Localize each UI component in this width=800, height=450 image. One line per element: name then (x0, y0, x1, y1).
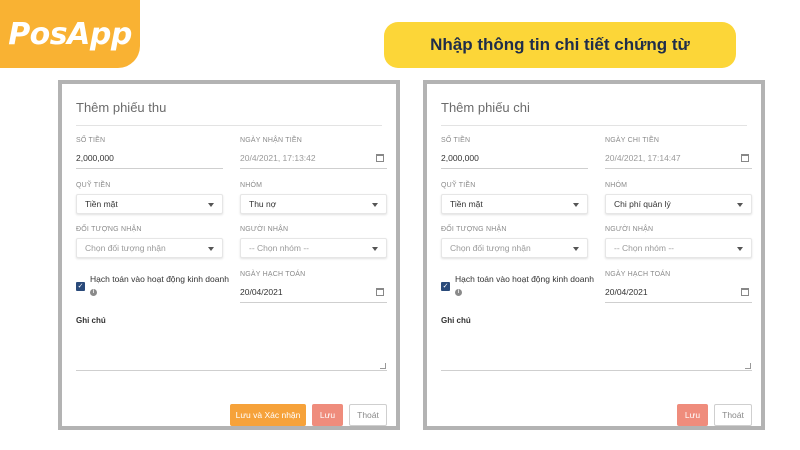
note-label: Ghi chú (76, 316, 106, 325)
fund-select[interactable]: Tiền mặt (441, 194, 588, 214)
person-label: NGƯỜI NHẬN (240, 226, 289, 233)
amount-underline (441, 168, 588, 169)
accounting-check-label: Hạch toán vào hoạt động kinh doanh (455, 274, 594, 284)
calendar-icon[interactable] (376, 288, 384, 296)
screenshot-stage: PosApp Nhập thông tin chi tiết chứng từ … (0, 0, 800, 450)
save-confirm-button[interactable]: Lưu và Xác nhận (230, 404, 306, 426)
group-select[interactable]: Thu nợ (240, 194, 387, 214)
logo-text: PosApp (8, 16, 132, 52)
person-select-placeholder: -- Chọn nhóm -- (614, 243, 674, 253)
fund-label: QUỸ TIỀN (76, 182, 111, 189)
person-select-placeholder: -- Chọn nhóm -- (249, 243, 309, 253)
target-label: ĐỐI TƯỢNG NHẬN (441, 226, 507, 233)
chevron-down-icon (573, 203, 579, 207)
fund-select[interactable]: Tiền mặt (76, 194, 223, 214)
calendar-icon[interactable] (741, 154, 749, 162)
target-select-placeholder: Chọn đối tượng nhận (450, 243, 531, 253)
date-input[interactable]: 20/4/2021, 17:14:47 (605, 153, 681, 163)
date-label: NGÀY CHI TIỀN (605, 137, 660, 144)
date-label: NGÀY NHẬN TIỀN (240, 137, 303, 144)
calendar-icon[interactable] (741, 288, 749, 296)
fund-select-value: Tiền mặt (85, 199, 118, 209)
amount-input[interactable]: 2,000,000 (76, 153, 114, 163)
save-button[interactable]: Lưu (677, 404, 708, 426)
amount-label: SỐ TIỀN (76, 137, 106, 144)
note-textarea[interactable] (76, 370, 387, 371)
accounting-date-input[interactable]: 20/04/2021 (605, 287, 648, 297)
note-textarea[interactable] (441, 370, 752, 371)
accounting-date-underline (240, 302, 387, 303)
exit-button[interactable]: Thoát (349, 404, 387, 426)
amount-label: SỐ TIỀN (441, 137, 471, 144)
group-select-value: Thu nợ (249, 199, 277, 209)
info-icon: i (90, 289, 97, 296)
target-select-placeholder: Chọn đối tượng nhận (85, 243, 166, 253)
date-underline (605, 168, 752, 169)
person-select[interactable]: -- Chọn nhóm -- (240, 238, 387, 258)
chevron-down-icon (737, 247, 743, 251)
accounting-date-underline (605, 302, 752, 303)
chevron-down-icon (372, 247, 378, 251)
fund-select-value: Tiền mặt (450, 199, 483, 209)
group-label: NHÓM (240, 182, 263, 189)
chevron-down-icon (372, 203, 378, 207)
save-button[interactable]: Lưu (312, 404, 343, 426)
chevron-down-icon (573, 247, 579, 251)
accounting-checkbox[interactable]: ✓ (76, 282, 85, 291)
chevron-down-icon (737, 203, 743, 207)
person-label: NGƯỜI NHẬN (605, 226, 654, 233)
group-label: NHÓM (605, 182, 628, 189)
note-label: Ghi chú (441, 316, 471, 325)
chevron-down-icon (208, 203, 214, 207)
amount-input[interactable]: 2,000,000 (441, 153, 479, 163)
person-select[interactable]: -- Chọn nhóm -- (605, 238, 752, 258)
title-divider (441, 125, 747, 126)
accounting-checkbox[interactable]: ✓ (441, 282, 450, 291)
dialog-title: Thêm phiếu chi (441, 100, 530, 115)
group-select-value: Chi phí quản lý (614, 199, 671, 209)
resize-handle[interactable] (380, 363, 386, 369)
target-select[interactable]: Chọn đối tượng nhận (76, 238, 223, 258)
payment-dialog: Thêm phiếu chi SỐ TIỀN 2,000,000 NGÀY CH… (427, 84, 761, 426)
amount-underline (76, 168, 223, 169)
accounting-date-label: NGÀY HẠCH TOÁN (240, 271, 306, 278)
date-input[interactable]: 20/4/2021, 17:13:42 (240, 153, 316, 163)
section-banner: Nhập thông tin chi tiết chứng từ (384, 22, 736, 68)
accounting-check-label: Hạch toán vào hoạt động kinh doanh (90, 274, 229, 284)
title-divider (76, 125, 382, 126)
banner-text: Nhập thông tin chi tiết chứng từ (430, 35, 690, 54)
accounting-date-label: NGÀY HẠCH TOÁN (605, 271, 671, 278)
payment-dialog-frame: Thêm phiếu chi SỐ TIỀN 2,000,000 NGÀY CH… (423, 80, 765, 430)
calendar-icon[interactable] (376, 154, 384, 162)
target-label: ĐỐI TƯỢNG NHẬN (76, 226, 142, 233)
accounting-date-input[interactable]: 20/04/2021 (240, 287, 283, 297)
info-icon: i (455, 289, 462, 296)
exit-button[interactable]: Thoát (714, 404, 752, 426)
date-underline (240, 168, 387, 169)
posapp-logo: PosApp (0, 0, 140, 68)
group-select[interactable]: Chi phí quản lý (605, 194, 752, 214)
resize-handle[interactable] (745, 363, 751, 369)
chevron-down-icon (208, 247, 214, 251)
fund-label: QUỸ TIỀN (441, 182, 476, 189)
receipt-dialog-frame: Thêm phiếu thu SỐ TIỀN 2,000,000 NGÀY NH… (58, 80, 400, 430)
target-select[interactable]: Chọn đối tượng nhận (441, 238, 588, 258)
dialog-title: Thêm phiếu thu (76, 100, 167, 115)
receipt-dialog: Thêm phiếu thu SỐ TIỀN 2,000,000 NGÀY NH… (62, 84, 396, 426)
